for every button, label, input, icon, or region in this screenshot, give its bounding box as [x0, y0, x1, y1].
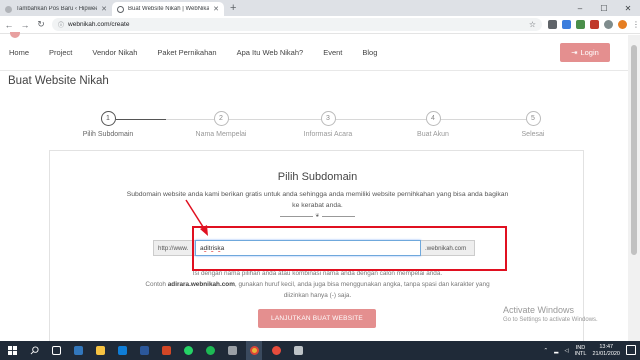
site-favicon-icon: [5, 5, 12, 13]
profile-avatar[interactable]: [618, 20, 627, 29]
nav-event[interactable]: Event: [323, 48, 342, 57]
reload-icon[interactable]: ↻: [36, 19, 46, 30]
app-icon[interactable]: [268, 341, 284, 360]
browser-tab-hipwee[interactable]: Tambahkan Pos Baru ‹ Hipwee — ✕: [0, 2, 112, 16]
wizard-step-4: 4 Buat Akun: [393, 111, 473, 138]
nav-apa-itu-web-nikah[interactable]: Apa Itu Web Nikah?: [237, 48, 304, 57]
edge-app-icon[interactable]: [70, 341, 86, 360]
help-line-2-prefix: Contoh: [145, 281, 166, 288]
app-icon[interactable]: [224, 341, 240, 360]
watermark-title: Activate Windows: [503, 305, 575, 315]
extensions-area: ⋮: [548, 20, 640, 29]
step-number: 3: [320, 111, 336, 126]
highlight-box-annotation: [192, 226, 507, 271]
address-bar[interactable]: ⓘ webnikah.com/create ☆: [52, 18, 542, 31]
back-arrow-icon[interactable]: ←: [4, 20, 14, 30]
extension-icon[interactable]: [590, 20, 599, 29]
menu-kebab-icon[interactable]: ⋮: [632, 20, 640, 29]
help-line-2-rest: , gunakan huruf kecil, anda juga bisa me…: [234, 281, 490, 299]
system-tray: ⌃ ▂ ◁ IND INTL 13:47 21/01/2020: [543, 341, 620, 360]
windows-taskbar: ⌃ ▂ ◁ IND INTL 13:47 21/01/2020: [0, 341, 640, 360]
spotify-app-icon[interactable]: [202, 341, 218, 360]
file-explorer-icon[interactable]: [92, 341, 108, 360]
bookmark-star-icon[interactable]: ☆: [529, 20, 536, 29]
extension-icon[interactable]: [548, 20, 557, 29]
page-scrollbar[interactable]: [628, 35, 640, 341]
continue-button[interactable]: LANJUTKAN BUAT WEBSITE: [258, 309, 376, 328]
window-controls: – ☐ ✕: [568, 0, 640, 16]
minimize-button[interactable]: –: [568, 4, 592, 13]
login-button[interactable]: ⇥ Login: [560, 43, 610, 62]
ornament-icon: ❦: [315, 213, 320, 219]
tray-chevron-icon[interactable]: ⌃: [543, 348, 548, 354]
powerpoint-app-icon[interactable]: [158, 341, 174, 360]
browser-tab-webnikah[interactable]: Buat Website Nikah | WebNikah.com ✕: [112, 2, 224, 16]
volume-icon[interactable]: ◁: [564, 348, 568, 354]
step-label: Nama Mempelai: [195, 131, 247, 138]
wizard-step-5: 5 Selesai: [493, 111, 573, 138]
language-indicator[interactable]: IND INTL: [575, 345, 587, 357]
task-view-icon[interactable]: [48, 341, 64, 360]
url-prefix: http://www.: [153, 240, 195, 256]
extension-icon[interactable]: [562, 20, 571, 29]
wizard-step-1: 1 Pilih Subdomain: [68, 111, 148, 138]
help-example: adirara.webnikah.com: [167, 281, 235, 288]
site-header: Home Project Vendor Nikah Paket Pernikah…: [0, 32, 628, 71]
nav-blog[interactable]: Blog: [362, 48, 377, 57]
extension-icon[interactable]: [576, 20, 585, 29]
tab-title: Buat Website Nikah | WebNikah.com: [128, 6, 210, 12]
browser-tab-strip: Tambahkan Pos Baru ‹ Hipwee — ✕ Buat Web…: [0, 0, 640, 16]
step-number: 4: [425, 111, 441, 126]
login-label: Login: [580, 48, 599, 57]
step-label: Pilih Subdomain: [82, 131, 134, 138]
form-title: Pilih Subdomain: [277, 171, 358, 183]
help-line-1: Isi dengan nama pilihan anda atau kombin…: [192, 270, 443, 277]
close-tab-icon[interactable]: ✕: [101, 5, 107, 13]
extension-icon[interactable]: [604, 20, 613, 29]
clock-date: 21/01/2020: [592, 350, 620, 357]
nav-home[interactable]: Home: [9, 48, 29, 57]
start-windows-icon[interactable]: [4, 341, 20, 360]
step-label: Selesai: [521, 131, 545, 138]
whatsapp-app-icon[interactable]: [180, 341, 196, 360]
arrow-annotation-icon: [185, 199, 208, 236]
step-number: 2: [213, 111, 229, 126]
nav-project[interactable]: Project: [49, 48, 72, 57]
main-menu: Home Project Vendor Nikah Paket Pernikah…: [9, 48, 397, 57]
new-tab-button[interactable]: +: [224, 2, 242, 16]
store-app-icon[interactable]: [114, 341, 130, 360]
step-label: Informasi Acara: [303, 131, 353, 138]
network-icon[interactable]: ▂: [554, 348, 558, 354]
nav-vendor-nikah[interactable]: Vendor Nikah: [92, 48, 137, 57]
step-number: 1: [100, 111, 116, 126]
scrollbar-thumb[interactable]: [631, 45, 637, 255]
nav-paket-pernikahan[interactable]: Paket Pernikahan: [157, 48, 216, 57]
tab-title: Tambahkan Pos Baru ‹ Hipwee —: [16, 6, 98, 12]
search-icon[interactable]: [26, 341, 42, 360]
login-icon: ⇥: [571, 48, 578, 57]
step-number: 5: [525, 111, 541, 126]
chrome-app-icon[interactable]: [246, 341, 262, 360]
site-logo[interactable]: [10, 32, 20, 38]
maximize-button[interactable]: ☐: [592, 4, 616, 13]
browser-toolbar: ← → ↻ ⓘ webnikah.com/create ☆ ⋮: [0, 16, 640, 34]
word-app-icon[interactable]: [136, 341, 152, 360]
close-tab-icon[interactable]: ✕: [213, 5, 219, 13]
app-icon[interactable]: [290, 341, 306, 360]
watermark-subtitle: Go to Settings to activate Windows.: [503, 317, 598, 323]
step-label: Buat Akun: [417, 131, 449, 138]
site-favicon-icon: [117, 5, 124, 13]
help-text: Isi dengan nama pilihan anda atau kombin…: [145, 268, 490, 301]
url-text: webnikah.com/create: [68, 21, 130, 28]
clock[interactable]: 13:47 21/01/2020: [592, 344, 620, 357]
page-title: Buat Website Nikah: [8, 75, 109, 87]
close-window-button[interactable]: ✕: [616, 4, 640, 13]
notification-icon[interactable]: [626, 345, 636, 355]
wizard-step-3: 3 Informasi Acara: [288, 111, 368, 138]
divider-ornament: ❦: [280, 213, 356, 219]
activate-windows-watermark: Activate Windows Go to Settings to activ…: [503, 305, 598, 323]
forward-arrow-icon[interactable]: →: [20, 20, 30, 30]
info-icon[interactable]: ⓘ: [58, 20, 64, 29]
wizard-step-2: 2 Nama Mempelai: [181, 111, 261, 138]
